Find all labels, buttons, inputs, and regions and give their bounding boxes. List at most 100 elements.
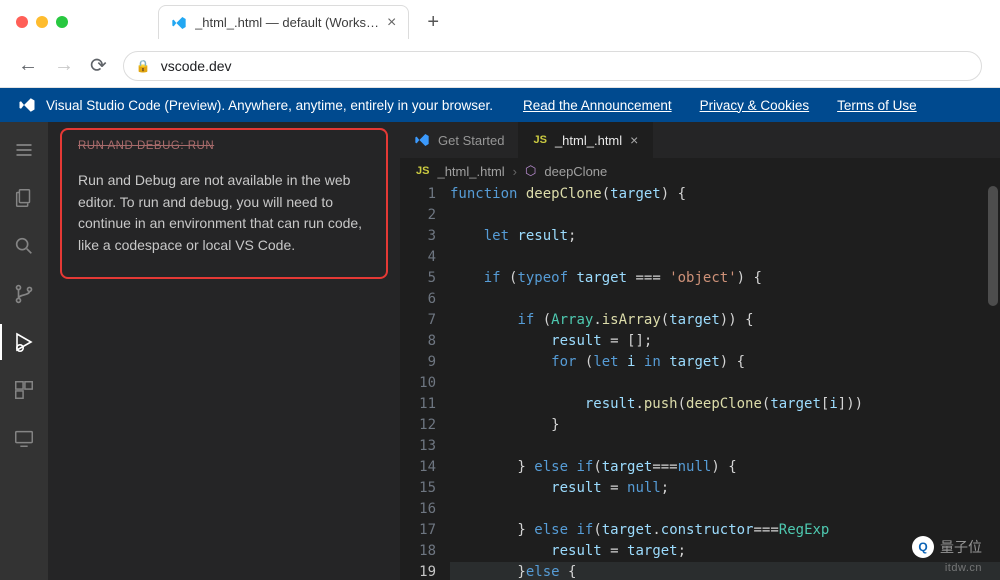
panel-body: Run and Debug are not available in the w… [78,170,370,257]
run-debug-tab[interactable] [0,320,48,364]
line-number: 7 [400,310,436,331]
code-line[interactable]: }else { [450,562,1000,580]
code-line[interactable]: } [450,415,1000,436]
debug-icon [12,330,36,354]
extensions-icon [13,379,35,401]
chevron-right-icon: › [513,164,517,179]
watermark-sub: itdw.cn [945,562,982,574]
vscode-icon [18,96,36,114]
line-number: 18 [400,541,436,562]
js-icon: JS [416,165,429,177]
line-number: 4 [400,247,436,268]
line-number: 16 [400,499,436,520]
code-line[interactable]: function deepClone(target) { [450,184,1000,205]
link-privacy[interactable]: Privacy & Cookies [700,98,810,113]
back-button[interactable]: ← [18,54,38,77]
explorer-tab[interactable] [0,176,48,220]
extensions-tab[interactable] [0,368,48,412]
new-tab-button[interactable]: + [427,11,439,34]
breadcrumb-symbol[interactable]: deepClone [544,164,607,179]
watermark-logo: Q [912,536,934,558]
lock-icon: 🔒 [136,59,151,73]
line-number: 15 [400,478,436,499]
menu-icon [14,140,34,160]
line-number: 1 [400,184,436,205]
line-number: 13 [400,436,436,457]
browser-tab[interactable]: _html_.html — default (Works… × [158,5,409,39]
watermark-text: 量子位 [940,537,982,557]
run-debug-panel: RUN AND DEBUG: RUN Run and Debug are not… [48,122,400,580]
panel-title: RUN AND DEBUG: RUN [78,140,370,152]
line-number: 2 [400,205,436,226]
code-line[interactable]: result = []; [450,331,1000,352]
line-number: 11 [400,394,436,415]
js-icon: JS [533,134,546,146]
panel-callout: RUN AND DEBUG: RUN Run and Debug are not… [60,128,388,279]
search-icon [13,235,35,257]
code-line[interactable]: result = null; [450,478,1000,499]
code-line[interactable]: let result; [450,226,1000,247]
reload-button[interactable]: ⟳ [90,53,107,78]
close-window-button[interactable] [16,16,28,28]
line-number: 6 [400,289,436,310]
vscode-icon [171,15,187,31]
maximize-window-button[interactable] [56,16,68,28]
editor-tab-label: Get Started [438,133,504,148]
code-line[interactable]: if (typeof target === 'object') { [450,268,1000,289]
minimize-window-button[interactable] [36,16,48,28]
editor-tab-bar: Get Started JS _html_.html × [400,122,1000,158]
announcement-links: Read the Announcement Privacy & Cookies … [523,98,917,113]
code-editor[interactable]: 12345678910111213141516171819 function d… [400,184,1000,580]
vscode-icon [414,132,430,148]
vscode-announcement-bar: Visual Studio Code (Preview). Anywhere, … [0,88,1000,122]
forward-button[interactable]: → [54,54,74,77]
line-number: 12 [400,415,436,436]
browser-tab-title: _html_.html — default (Works… [195,15,379,30]
line-number: 9 [400,352,436,373]
code-content[interactable]: function deepClone(target) { let result;… [450,184,1000,580]
symbol-icon: ⬡ [525,163,536,179]
link-terms[interactable]: Terms of Use [837,98,917,113]
code-line[interactable] [450,247,1000,268]
scrollbar-thumb[interactable] [988,186,998,306]
line-number: 14 [400,457,436,478]
code-line[interactable] [450,436,1000,457]
close-tab-icon[interactable]: × [387,14,396,32]
menu-button[interactable] [0,128,48,172]
remote-icon [13,427,35,449]
line-number: 8 [400,331,436,352]
code-line[interactable]: for (let i in target) { [450,352,1000,373]
editor-tab-get-started[interactable]: Get Started [400,122,519,158]
editor-tab-label: _html_.html [555,133,622,148]
code-line[interactable] [450,205,1000,226]
code-line[interactable] [450,289,1000,310]
window-controls[interactable] [16,16,68,28]
code-line[interactable]: result.push(deepClone(target[i])) [450,394,1000,415]
link-announcement[interactable]: Read the Announcement [523,98,672,113]
line-number: 3 [400,226,436,247]
breadcrumbs[interactable]: JS _html_.html › ⬡ deepClone [400,158,1000,184]
editor-area: Get Started JS _html_.html × JS _html_.h… [400,122,1000,580]
source-control-tab[interactable] [0,272,48,316]
code-line[interactable]: if (Array.isArray(target)) { [450,310,1000,331]
code-line[interactable] [450,499,1000,520]
browser-tab-strip: _html_.html — default (Works… × + [0,0,1000,44]
line-number: 10 [400,373,436,394]
url-text: vscode.dev [161,58,232,74]
line-gutter: 12345678910111213141516171819 [400,184,450,580]
activity-bar [0,122,48,580]
code-line[interactable] [450,373,1000,394]
breadcrumb-file[interactable]: _html_.html [437,164,504,179]
watermark: Q 量子位 [912,536,982,558]
line-number: 5 [400,268,436,289]
search-tab[interactable] [0,224,48,268]
line-number: 19 [400,562,436,580]
remote-tab[interactable] [0,416,48,460]
line-number: 17 [400,520,436,541]
address-bar[interactable]: 🔒 vscode.dev [123,51,982,81]
code-line[interactable]: } else if(target===null) { [450,457,1000,478]
browser-toolbar: ← → ⟳ 🔒 vscode.dev [0,44,1000,88]
close-icon[interactable]: × [630,132,638,148]
branch-icon [13,283,35,305]
editor-tab-html[interactable]: JS _html_.html × [519,122,653,158]
